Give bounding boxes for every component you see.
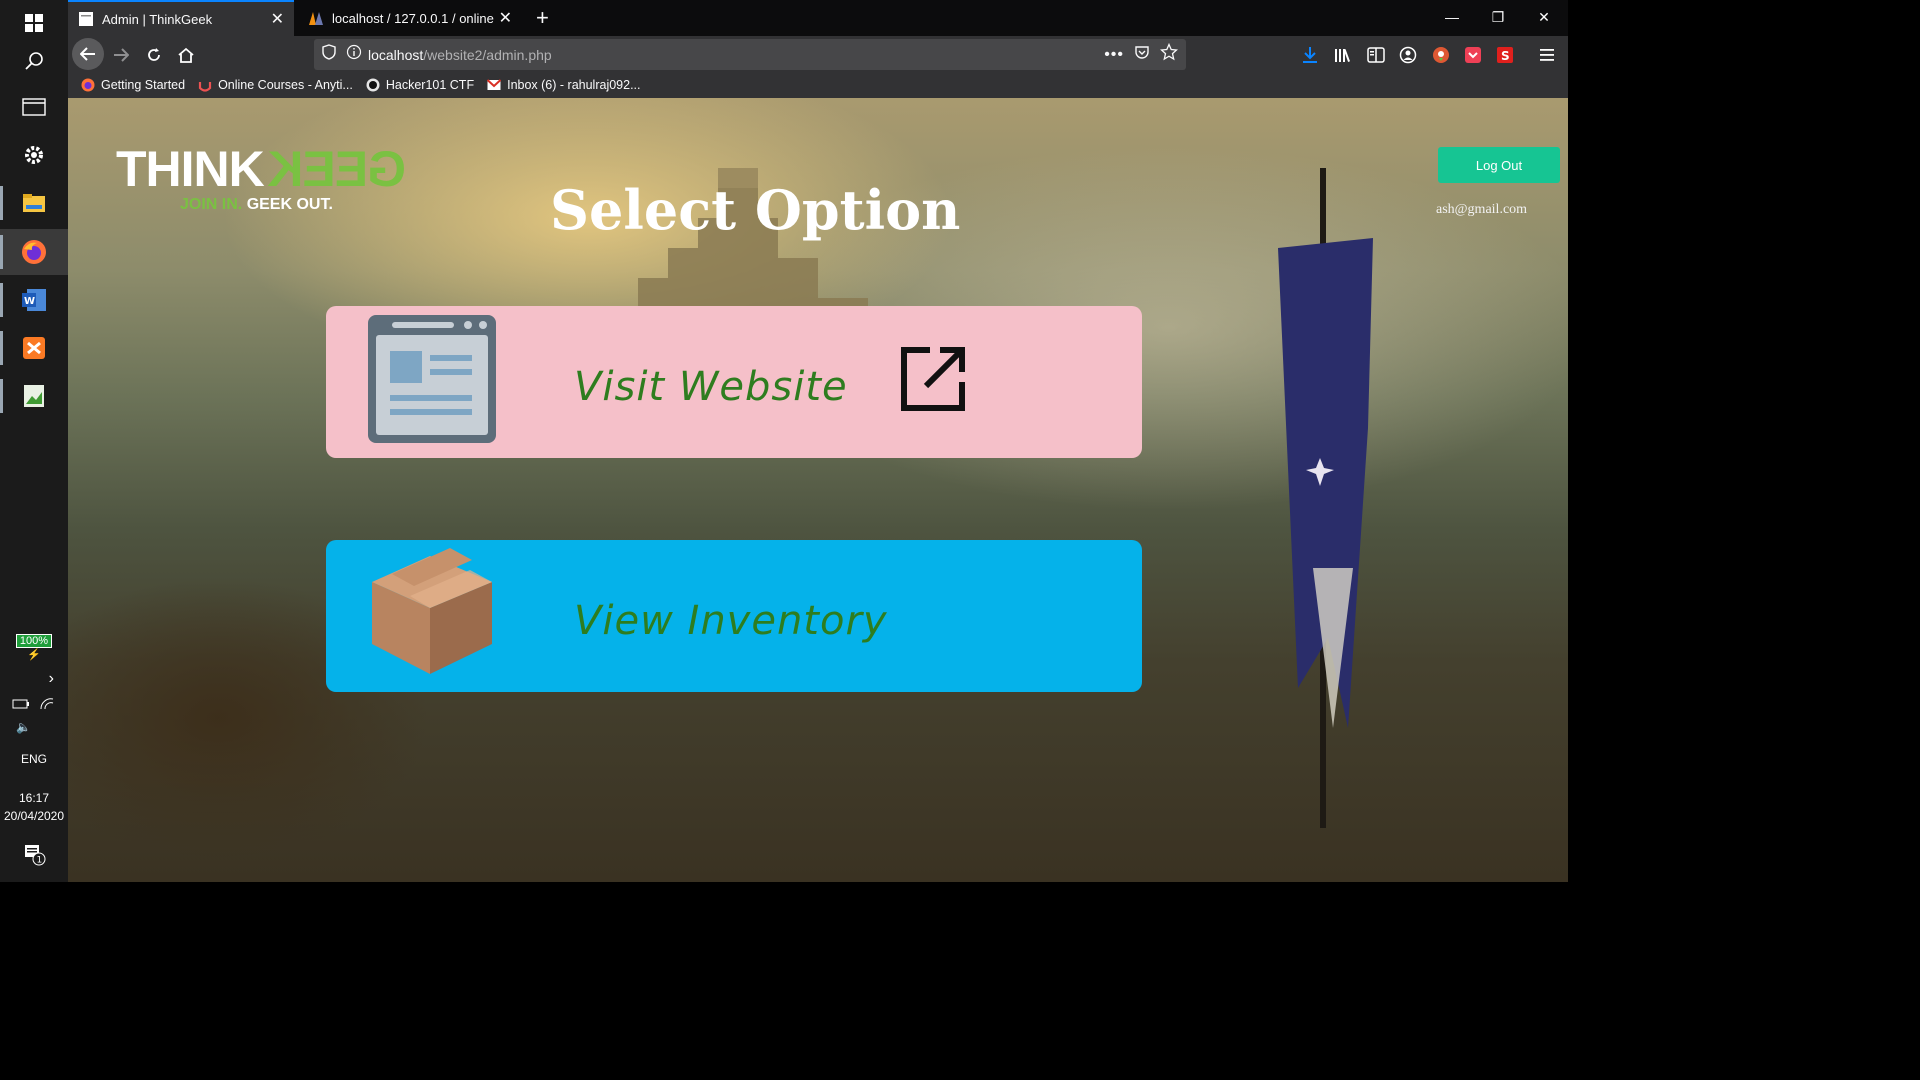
chevron-right-icon[interactable]: › — [0, 670, 68, 688]
tab-phpmyadmin[interactable]: localhost / 127.0.0.1 / online / u ✕ — [298, 0, 522, 36]
pocket-icon[interactable] — [1134, 44, 1150, 65]
user-email: ash@gmail.com — [1436, 202, 1528, 217]
search-icon[interactable] — [0, 38, 68, 84]
downloads-icon[interactable] — [1295, 40, 1325, 70]
bookmarks-toolbar: Getting Started Online Courses - Anyti..… — [68, 72, 1568, 98]
bookmark-gmail-inbox[interactable]: Inbox (6) - rahulraj092... — [486, 77, 641, 93]
back-icon[interactable] — [72, 38, 104, 70]
sidebar-icon[interactable] — [1361, 40, 1391, 70]
page-favicon-icon — [78, 11, 94, 27]
tab-admin-thinkgeek[interactable]: Admin | ThinkGeek ✕ — [68, 0, 294, 36]
clock-time[interactable]: 16:17 — [0, 791, 68, 805]
battery-indicator[interactable]: 100% — [0, 633, 68, 648]
shield-icon[interactable] — [322, 44, 336, 65]
logout-button[interactable]: Log Out — [1438, 147, 1560, 183]
gmail-icon — [486, 77, 502, 93]
reload-icon[interactable] — [139, 40, 169, 70]
minimize-icon[interactable]: — — [1429, 0, 1475, 34]
phpmyadmin-favicon-icon — [308, 10, 324, 26]
close-window-icon[interactable]: ✕ — [1521, 0, 1567, 34]
home-icon[interactable] — [171, 40, 201, 70]
bookmark-getting-started[interactable]: Getting Started — [80, 77, 185, 93]
forward-icon[interactable] — [106, 40, 136, 70]
url-bar[interactable]: localhost/website2/admin.php ••• — [314, 39, 1186, 70]
volume-icon[interactable]: 🔈 — [0, 720, 68, 734]
settings-gear-icon[interactable] — [0, 132, 68, 178]
view-inventory-label: View Inventory — [574, 598, 888, 644]
navigation-toolbar: localhost/website2/admin.php ••• S — [68, 36, 1568, 72]
notification-count: 1 — [37, 856, 43, 866]
svg-text:W: W — [24, 296, 35, 307]
banner-flag-illustration — [1278, 168, 1373, 828]
menu-hamburger-icon[interactable] — [1532, 40, 1562, 70]
pocket-extension-icon[interactable] — [1458, 40, 1488, 70]
admin-page: THINK GEEK JOIN IN. GEEK OUT. Select Opt… — [68, 98, 1568, 882]
file-explorer-icon[interactable] — [0, 180, 68, 226]
close-tab-icon[interactable]: ✕ — [499, 8, 512, 28]
duckduckgo-icon[interactable] — [1426, 40, 1456, 70]
library-icon[interactable] — [1328, 40, 1358, 70]
account-icon[interactable] — [1393, 40, 1423, 70]
restore-icon[interactable]: ❐ — [1475, 0, 1521, 34]
bookmark-star-icon[interactable] — [1159, 42, 1179, 66]
logo-geek-text: GEEK — [268, 141, 406, 197]
task-view-icon[interactable] — [0, 84, 68, 130]
language-indicator[interactable]: ENG — [0, 752, 68, 766]
box-icon — [372, 548, 492, 674]
bookmark-hacker101[interactable]: Hacker101 CTF — [365, 77, 474, 93]
page-actions-icon[interactable]: ••• — [1104, 46, 1124, 64]
new-tab-icon[interactable]: + — [526, 0, 562, 36]
firefox-taskbar-icon[interactable] — [0, 229, 68, 275]
close-tab-icon[interactable]: ✕ — [271, 9, 284, 29]
word-icon[interactable]: W — [0, 277, 68, 323]
image-viewer-icon[interactable] — [0, 373, 68, 419]
svg-text:S: S — [1501, 49, 1510, 63]
page-title: Select Option — [550, 178, 961, 242]
browser-chrome: Admin | ThinkGeek ✕ localhost / 127.0.0.… — [68, 0, 1568, 98]
windows-taskbar: W 100% ⚡ › 🔈 ENG 16:17 20/04/2020 1 — [0, 0, 68, 882]
xampp-icon[interactable] — [0, 325, 68, 371]
tab-title: localhost / 127.0.0.1 / online / u — [332, 10, 495, 26]
visit-website-label: Visit Website — [574, 364, 848, 410]
site-info-icon[interactable] — [346, 44, 362, 65]
hacker101-icon — [365, 77, 381, 93]
clock-date[interactable]: 20/04/2020 — [0, 809, 68, 823]
url-text[interactable]: localhost/website2/admin.php — [368, 47, 552, 63]
thinkgeek-logo[interactable]: THINK GEEK JOIN IN. GEEK OUT. — [116, 140, 416, 220]
webpage-icon — [368, 315, 496, 443]
action-center-icon[interactable]: 1 — [0, 842, 68, 869]
visit-website-card[interactable]: Visit Website — [326, 306, 1142, 458]
s-extension-icon[interactable]: S — [1490, 40, 1520, 70]
view-inventory-card[interactable]: View Inventory — [326, 540, 1142, 692]
external-link-icon — [901, 347, 965, 411]
network-icons[interactable] — [0, 697, 68, 714]
tab-title: Admin | ThinkGeek — [102, 11, 213, 27]
logo-tagline: JOIN IN. GEEK OUT. — [180, 196, 333, 213]
tab-strip: Admin | ThinkGeek ✕ localhost / 127.0.0.… — [68, 0, 1568, 36]
bookmark-online-courses[interactable]: Online Courses - Anyti... — [197, 77, 353, 93]
charging-icon: ⚡ — [27, 649, 41, 661]
logo-think-text: THINK — [116, 141, 265, 197]
firefox-icon — [80, 77, 96, 93]
udemy-icon — [197, 77, 213, 93]
